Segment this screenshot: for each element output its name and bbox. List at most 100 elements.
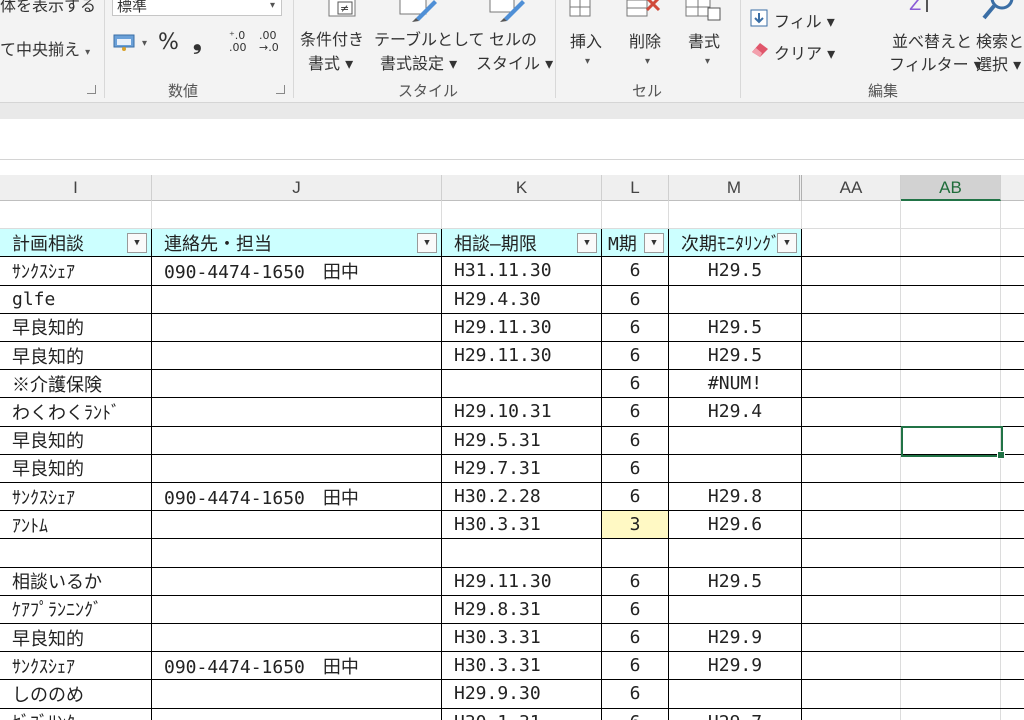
table-cell[interactable]: H29.4.30: [442, 285, 602, 313]
empty-cell[interactable]: [802, 680, 901, 708]
table-cell[interactable]: 6: [602, 313, 669, 341]
table-cell[interactable]: H30.1.31: [442, 708, 602, 720]
clear-button[interactable]: クリア ▾: [774, 40, 835, 64]
empty-cell[interactable]: [901, 483, 1001, 511]
table-cell[interactable]: [152, 285, 442, 313]
table-cell[interactable]: H29.5: [669, 313, 802, 341]
empty-cell[interactable]: [901, 708, 1001, 720]
table-cell[interactable]: H29.6: [669, 511, 802, 539]
empty-cell[interactable]: [669, 201, 802, 229]
table-cell[interactable]: H29.9: [669, 624, 802, 652]
find-select-label-2[interactable]: 選択 ▾: [976, 51, 1021, 75]
empty-cell[interactable]: [802, 257, 901, 285]
empty-cell[interactable]: [901, 652, 1001, 680]
empty-cell[interactable]: [901, 454, 1001, 482]
table-cell[interactable]: H29.11.30: [442, 342, 602, 370]
table-cell[interactable]: 6: [602, 680, 669, 708]
table-cell[interactable]: 090-4474-1650 田中: [152, 483, 442, 511]
merge-center-button[interactable]: て中央揃え ▾: [0, 36, 90, 60]
empty-cell[interactable]: [901, 539, 1001, 567]
header-contact[interactable]: 連絡先・担当 ▼: [152, 229, 442, 257]
percent-style-button[interactable]: %: [158, 30, 179, 55]
table-cell[interactable]: [152, 454, 442, 482]
empty-cell[interactable]: [802, 398, 901, 426]
empty-cell[interactable]: [802, 708, 901, 720]
conditional-format-icon[interactable]: ≠: [325, 0, 361, 24]
table-cell[interactable]: 6: [602, 426, 669, 454]
active-cell-selection[interactable]: [901, 426, 1005, 459]
filter-dropdown-button[interactable]: ▼: [577, 233, 597, 254]
table-cell[interactable]: H29.10.31: [442, 398, 602, 426]
empty-cell[interactable]: [802, 342, 901, 370]
format-cells-icon[interactable]: [684, 0, 724, 22]
table-cell[interactable]: 6: [602, 342, 669, 370]
table-cell[interactable]: [669, 285, 802, 313]
empty-cell[interactable]: [802, 652, 901, 680]
show-all-text-label[interactable]: 体を表示する: [0, 0, 96, 16]
empty-cell[interactable]: [901, 257, 1001, 285]
table-cell[interactable]: ｻﾝｸｽｼｪｱ: [0, 652, 152, 680]
table-cell[interactable]: [0, 539, 152, 567]
table-cell[interactable]: [152, 342, 442, 370]
table-cell[interactable]: 6: [602, 483, 669, 511]
empty-cell[interactable]: [442, 201, 602, 229]
filter-dropdown-button[interactable]: ▼: [644, 233, 664, 254]
cell-styles-icon[interactable]: [488, 0, 528, 24]
table-cell[interactable]: 6: [602, 708, 669, 720]
column-header-l[interactable]: L: [602, 175, 669, 201]
table-cell[interactable]: 6: [602, 285, 669, 313]
table-cell[interactable]: 6: [602, 567, 669, 595]
table-cell[interactable]: [152, 567, 442, 595]
format-button[interactable]: 書式: [688, 28, 720, 52]
empty-cell[interactable]: [802, 201, 901, 229]
column-header-ab[interactable]: AB: [901, 175, 1001, 201]
formula-bar-area[interactable]: [0, 119, 1024, 160]
cond-format-label-2[interactable]: 書式 ▾: [308, 50, 353, 74]
empty-cell[interactable]: [901, 680, 1001, 708]
table-cell[interactable]: [669, 539, 802, 567]
table-cell[interactable]: 早良知的: [0, 313, 152, 341]
table-cell[interactable]: H30.3.31: [442, 652, 602, 680]
column-header-j[interactable]: J: [152, 175, 442, 201]
delete-button[interactable]: 削除: [629, 28, 661, 52]
insert-cells-icon[interactable]: [568, 0, 596, 22]
table-cell[interactable]: 6: [602, 257, 669, 285]
table-cell[interactable]: ※介護保険: [0, 370, 152, 398]
table-cell[interactable]: [152, 398, 442, 426]
table-cell[interactable]: #NUM!: [669, 370, 802, 398]
table-cell[interactable]: [152, 370, 442, 398]
number-format-select[interactable]: 標準 ▾: [112, 0, 282, 16]
table-cell[interactable]: [152, 680, 442, 708]
table-cell[interactable]: ｻﾝｸｽｼｪｱ: [0, 483, 152, 511]
table-cell[interactable]: 早良知的: [0, 342, 152, 370]
empty-cell[interactable]: [802, 285, 901, 313]
table-cell[interactable]: H29.5.31: [442, 426, 602, 454]
accounting-format-icon[interactable]: [112, 32, 138, 52]
sort-filter-label-2[interactable]: フィルター ▾: [889, 51, 982, 75]
empty-cell[interactable]: [802, 624, 901, 652]
table-cell[interactable]: 090-4474-1650 田中: [152, 652, 442, 680]
empty-cell[interactable]: [802, 313, 901, 341]
table-cell[interactable]: 6: [602, 454, 669, 482]
table-cell[interactable]: H29.11.30: [442, 567, 602, 595]
column-header-aa[interactable]: AA: [802, 175, 901, 201]
table-cell[interactable]: ｾﾞﾌﾞﾘﾝｸ: [0, 708, 152, 720]
table-cell[interactable]: [442, 370, 602, 398]
comma-style-button[interactable]: ❟: [193, 30, 202, 55]
empty-cell[interactable]: [901, 624, 1001, 652]
format-table-label-2[interactable]: 書式設定 ▾: [380, 50, 457, 74]
table-cell[interactable]: [669, 595, 802, 623]
table-cell[interactable]: 090-4474-1650 田中: [152, 257, 442, 285]
table-cell[interactable]: 6: [602, 652, 669, 680]
increase-decimal-button[interactable]: ⁺.0 .00: [229, 30, 257, 54]
table-cell[interactable]: 早良知的: [0, 454, 152, 482]
sort-filter-icon[interactable]: Z: [905, 0, 935, 18]
table-cell[interactable]: 早良知的: [0, 624, 152, 652]
filter-dropdown-button[interactable]: ▼: [127, 233, 147, 254]
filter-dropdown-button[interactable]: ▼: [417, 233, 437, 254]
empty-cell[interactable]: [0, 201, 152, 229]
table-cell[interactable]: glfe: [0, 285, 152, 313]
eraser-icon[interactable]: [750, 40, 770, 58]
table-cell[interactable]: [152, 708, 442, 720]
table-cell[interactable]: H29.11.30: [442, 313, 602, 341]
